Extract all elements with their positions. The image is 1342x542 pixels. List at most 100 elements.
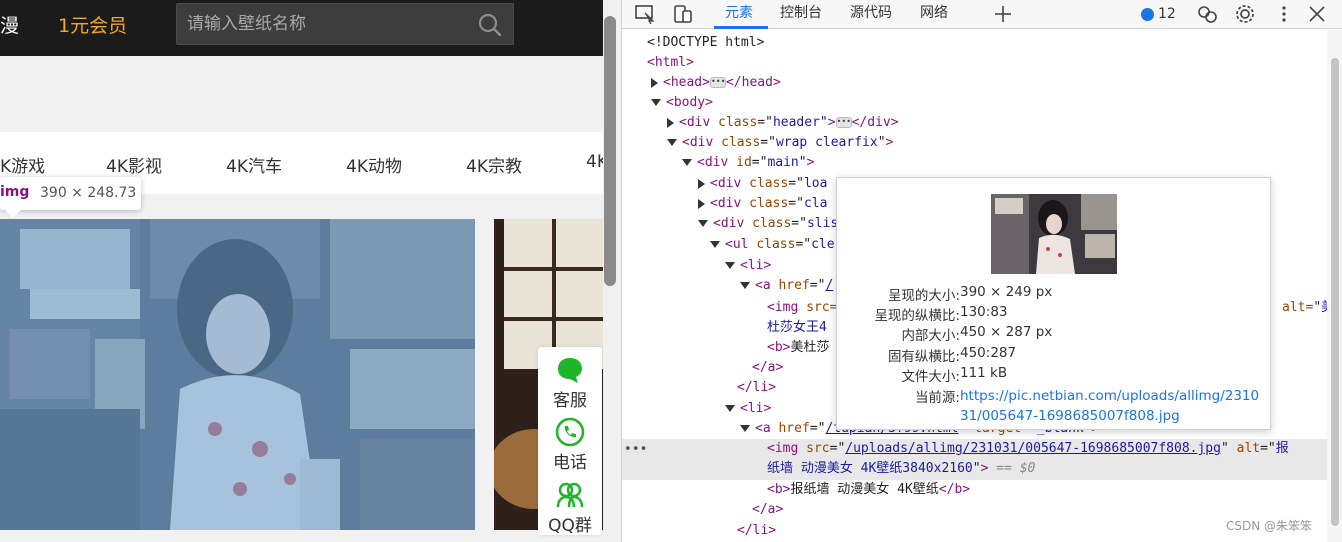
tag-name: div [717,196,742,211]
nav-vip[interactable]: 1元会员 [58,11,127,38]
dom-line-li-close[interactable]: </li> [737,378,776,398]
rendered-size-row: 呈现的大小: 390 × 249 px [837,284,1272,304]
phone-button[interactable]: 电话 [538,417,602,473]
category-movie[interactable]: 4K影视 [106,152,162,177]
dom-line-body[interactable]: <body> [651,93,713,113]
dom-line-a-2-close[interactable]: </a> [752,500,783,520]
customize-icon[interactable] [1196,4,1218,24]
tag-name: div [717,176,742,191]
file-size-label: 文件大小: [901,369,960,385]
qq-group-button[interactable]: QQ群 [538,480,602,536]
dom-line-header-div[interactable]: <div class="header">•••</div> [667,113,899,133]
tooltip-arrow [4,209,22,218]
dom-line-img-1[interactable]: <img src= [767,298,837,318]
dom-line-html[interactable]: <html> [647,53,694,73]
dom-line-class-div[interactable]: <div class="cla [698,194,827,214]
node-actions-icon[interactable]: ••• [624,442,647,457]
nav-anime[interactable]: 漫 [0,11,19,38]
more-options-icon[interactable] [1273,4,1295,24]
source-link[interactable]: https://pic.netbian.com/uploads/allimg/2… [960,386,1260,426]
dom-line-b-2[interactable]: <b>报纸墙 动漫美女 4K壁纸</b> [767,480,970,500]
inspect-element-icon[interactable] [634,4,656,24]
add-tab-icon[interactable] [992,4,1014,24]
collapse-arrow-icon[interactable] [651,99,661,106]
dom-line-a-close[interactable]: </a> [752,358,783,378]
search-input[interactable] [187,4,467,44]
close-icon[interactable] [1306,4,1328,24]
issues-badge[interactable]: 12 [1141,5,1187,23]
dom-line-a[interactable]: <a href="/ [740,276,833,296]
issues-icon [1141,8,1154,21]
search-icon[interactable] [477,12,503,38]
tag-name: li [747,258,764,273]
expand-arrow-icon[interactable] [698,198,705,209]
intrinsic-size-value: 450 × 287 px [960,324,1053,340]
intrinsic-size-label: 内部大小: [901,328,960,344]
attr-value: cle [811,237,835,252]
dom-line-ul[interactable]: <ul class="cle [710,235,835,255]
rendered-ratio-label: 呈现的纵横比: [874,308,960,324]
collapse-arrow-icon[interactable] [698,220,708,227]
ellipsis-icon[interactable]: ••• [835,117,852,128]
devtools-scrollbar-thumb[interactable] [1331,58,1339,526]
device-toolbar-icon[interactable] [672,4,694,24]
devtools-scrollbar[interactable] [1327,30,1342,542]
category-car[interactable]: 4K汽车 [226,152,282,177]
expand-arrow-icon[interactable] [698,178,705,189]
attr-value: loa [803,176,828,191]
dom-line-loading-div[interactable]: <div class="loa [698,174,827,194]
tab-elements[interactable]: 元素 [725,2,753,22]
attr-link[interactable]: / [825,278,833,293]
collapse-arrow-icon[interactable] [667,139,677,146]
source-row: 当前源: https://pic.netbian.com/uploads/all… [837,386,1272,424]
dom-line-li[interactable]: <li> [725,256,771,276]
tab-network[interactable]: 网络 [920,2,948,22]
attr-link[interactable]: /uploads/allimg/231031/005647-1698685007… [845,441,1221,456]
source-label: 当前源: [914,390,960,406]
collapse-arrow-icon[interactable] [725,262,735,269]
dom-line-head[interactable]: <head>•••</head> [651,73,781,93]
dom-line-img-selected-cont[interactable]: 纸墙 动漫美女 4K壁纸3840x2160"> == $0 [767,459,1035,479]
tab-console[interactable]: 控制台 [780,2,822,22]
collapse-arrow-icon[interactable] [740,282,750,289]
dom-line-li-2-close[interactable]: </li> [737,521,776,541]
tag-name: ul [732,237,749,252]
collapse-arrow-icon[interactable] [740,425,750,432]
customer-service-button[interactable]: 客服 [538,355,602,411]
tag-name: head [741,75,773,90]
settings-gear-icon[interactable] [1234,4,1256,24]
search-box [176,3,514,45]
dom-line-li-2[interactable]: <li> [725,399,771,419]
category-animal[interactable]: 4K动物 [346,152,402,177]
dom-line-wrap-div[interactable]: <div class="wrap clearfix"> [667,133,893,153]
category-religion[interactable]: 4K宗教 [466,152,522,177]
website-viewport: 漫 1元会员 K游戏 4K影视 4K汽车 4K动物 4K宗教 4K [0,0,603,542]
collapse-arrow-icon[interactable] [682,159,692,166]
dom-line-main-div[interactable]: <div id="main"> [682,153,814,173]
category-more[interactable]: 4K [586,152,603,172]
tag-name: body [673,95,706,110]
tag-name: html [654,55,687,70]
ellipsis-icon[interactable]: ••• [709,77,726,88]
collapse-arrow-icon[interactable] [710,241,720,248]
dom-line-img-1-cont[interactable]: 杜莎女王4 [767,318,827,338]
dom-line-img-selected[interactable]: <img src="/uploads/allimg/231031/005647-… [767,439,1289,459]
dom-line-slist-div[interactable]: <div class="slis [698,214,838,234]
dom-line-doctype[interactable]: <!DOCTYPE html> [647,33,764,53]
expand-arrow-icon[interactable] [651,77,658,88]
active-tab-underline [714,26,768,29]
tag-name: div [720,216,745,231]
category-game[interactable]: K游戏 [0,152,45,177]
website-scrollbar-thumb[interactable] [604,16,616,286]
dom-line-img-1-alt[interactable]: alt="美 [1282,298,1327,318]
b-text: 报纸墙 动漫美女 4K壁纸 [790,482,939,497]
rendered-size-label: 呈现的大小: [887,288,960,304]
expand-arrow-icon[interactable] [667,117,674,128]
tag-name: div [704,155,729,170]
doctype-text: <!DOCTYPE html> [647,35,765,50]
collapse-arrow-icon[interactable] [725,405,735,412]
console-ref: == $0 [996,461,1036,476]
tab-sources[interactable]: 源代码 [850,2,892,22]
dom-line-b-1[interactable]: <b>美杜莎 [767,338,830,358]
wallpaper-thumbnail[interactable] [0,219,475,530]
